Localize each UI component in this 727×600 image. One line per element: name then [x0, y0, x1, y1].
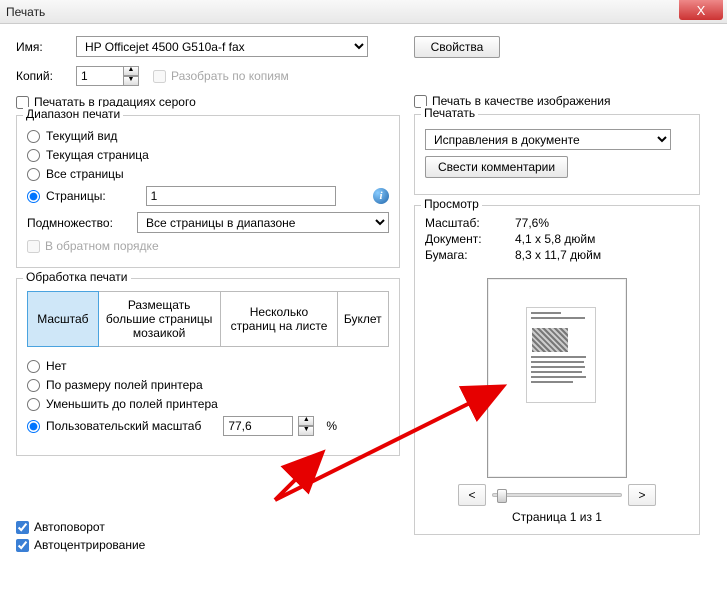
scale-input[interactable]: [223, 416, 293, 436]
zoom-value: 77,6%: [515, 216, 549, 230]
reverse-label: В обратном порядке: [45, 239, 159, 253]
close-button[interactable]: X: [679, 0, 723, 20]
preview-legend: Просмотр: [421, 197, 482, 211]
pages-input[interactable]: [146, 186, 336, 206]
tab-scale[interactable]: Масштаб: [27, 291, 99, 347]
page-inner: [526, 307, 596, 403]
properties-button[interactable]: Свойства: [414, 36, 500, 58]
copies-spinner[interactable]: ▲ ▼: [123, 66, 139, 86]
tab-multiple[interactable]: Несколько страниц на листе: [221, 292, 337, 346]
page-slider[interactable]: [492, 493, 622, 497]
spinner-down-icon[interactable]: ▼: [298, 426, 314, 436]
scale-spinner[interactable]: ▲ ▼: [298, 416, 314, 436]
scale-custom-row: Пользовательский масштаб ▲ ▼ %: [27, 416, 389, 436]
paper-value: 8,3 x 11,7 дюйм: [515, 248, 601, 262]
handling-tabs: Масштаб Размещать большие страницы мозаи…: [27, 291, 389, 347]
range-current-view[interactable]: Текущий вид: [27, 129, 389, 143]
handling-fieldset: Обработка печати Масштаб Размещать больш…: [16, 278, 400, 456]
thumb-image-icon: [532, 328, 568, 352]
page-thumbnail: [487, 278, 627, 478]
spinner-up-icon[interactable]: ▲: [298, 416, 314, 426]
tab-poster[interactable]: Размещать большие страницы мозаикой: [98, 292, 222, 346]
collate-checkbox-row: Разобрать по копиям: [153, 69, 289, 83]
zoom-label: Масштаб:: [425, 216, 515, 230]
prev-page-button[interactable]: <: [458, 484, 486, 506]
range-current-page[interactable]: Текущая страница: [27, 148, 389, 162]
autocenter-checkbox[interactable]: [16, 539, 29, 552]
scale-custom-label: Пользовательский масштаб: [46, 419, 201, 433]
page-counter: Страница 1 из 1: [425, 510, 689, 524]
close-icon: X: [697, 3, 706, 18]
reverse-row: В обратном порядке: [27, 239, 389, 253]
scale-shrink[interactable]: Уменьшить до полей принтера: [27, 397, 389, 411]
range-pages-row: Страницы: i: [27, 186, 389, 206]
flatten-button[interactable]: Свести комментарии: [425, 156, 568, 178]
slider-thumb-icon[interactable]: [497, 489, 507, 503]
spinner-up-icon[interactable]: ▲: [123, 66, 139, 76]
preview-fieldset: Просмотр Масштаб:77,6% Документ:4,1 x 5,…: [414, 205, 700, 535]
autocenter-row[interactable]: Автоцентрирование: [16, 538, 400, 552]
handling-legend: Обработка печати: [23, 270, 131, 284]
percent-label: %: [326, 419, 337, 433]
print-what-fieldset: Печатать Исправления в документе Свести …: [414, 114, 700, 195]
autocenter-label: Автоцентрирование: [34, 538, 145, 552]
print-what-legend: Печатать: [421, 106, 478, 120]
subset-label: Подмножество:: [27, 216, 137, 230]
tab-booklet[interactable]: Буклет: [338, 292, 389, 346]
print-what-select[interactable]: Исправления в документе: [425, 129, 671, 150]
scale-none[interactable]: Нет: [27, 359, 389, 373]
scale-custom-radio[interactable]: [27, 420, 40, 433]
collate-label: Разобрать по копиям: [171, 69, 289, 83]
name-label: Имя:: [16, 40, 76, 54]
paper-label: Бумага:: [425, 248, 515, 262]
range-pages-radio[interactable]: [27, 190, 40, 203]
spinner-down-icon[interactable]: ▼: [123, 76, 139, 86]
titlebar: Печать X: [0, 0, 727, 24]
scale-fit[interactable]: По размеру полей принтера: [27, 378, 389, 392]
window-title: Печать: [6, 5, 45, 19]
range-all-pages[interactable]: Все страницы: [27, 167, 389, 181]
collate-checkbox: [153, 70, 166, 83]
doc-label: Документ:: [425, 232, 515, 246]
reverse-checkbox: [27, 240, 40, 253]
subset-select[interactable]: Все страницы в диапазоне: [137, 212, 389, 233]
copies-label: Копий:: [16, 69, 76, 83]
autorotate-label: Автоповорот: [34, 520, 105, 534]
info-icon[interactable]: i: [373, 188, 389, 204]
next-page-button[interactable]: >: [628, 484, 656, 506]
printer-select[interactable]: HP Officejet 4500 G510a-f fax: [76, 36, 368, 57]
autorotate-row[interactable]: Автоповорот: [16, 520, 400, 534]
range-pages-label: Страницы:: [46, 189, 106, 203]
range-fieldset: Диапазон печати Текущий вид Текущая стра…: [16, 115, 400, 268]
doc-value: 4,1 x 5,8 дюйм: [515, 232, 595, 246]
range-legend: Диапазон печати: [23, 107, 123, 121]
copies-input[interactable]: [76, 66, 124, 86]
autorotate-checkbox[interactable]: [16, 521, 29, 534]
